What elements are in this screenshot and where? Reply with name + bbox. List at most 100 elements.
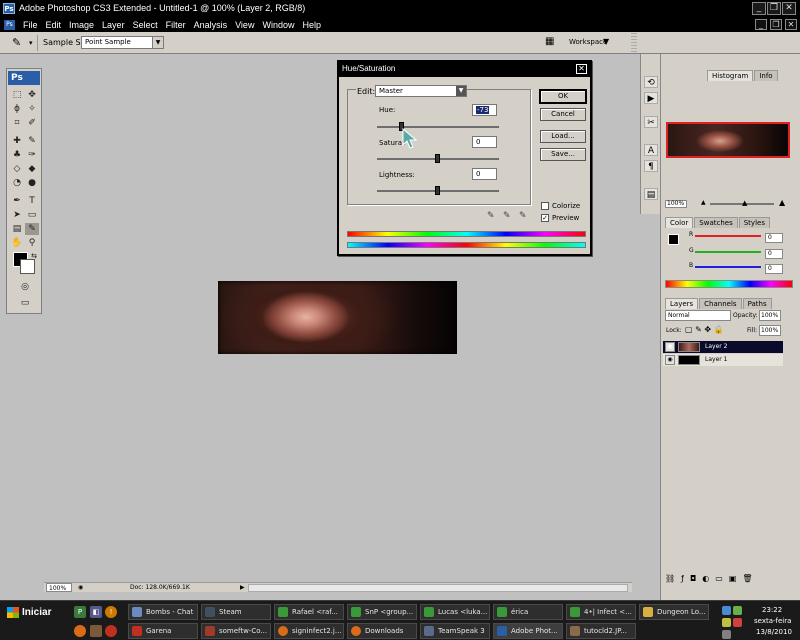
taskbar-item[interactable]: tutocld2.JP... bbox=[566, 623, 636, 639]
load-button[interactable]: Load... bbox=[540, 130, 586, 143]
history-brush-icon[interactable]: ✑ bbox=[25, 149, 39, 161]
swap-colors-icon[interactable]: ⇆ bbox=[27, 250, 41, 262]
edit-select[interactable]: Master ▼ bbox=[375, 85, 467, 97]
taskbar-item[interactable]: érica bbox=[493, 604, 563, 620]
preview-checkbox[interactable]: ✓ bbox=[541, 214, 549, 222]
channel-r-slider[interactable] bbox=[695, 235, 761, 237]
navigator-slider-thumb[interactable]: ▲ bbox=[742, 199, 747, 207]
taskbar-item[interactable]: SnP <group... bbox=[347, 604, 417, 620]
menu-analysis[interactable]: Analysis bbox=[190, 19, 232, 31]
hand-tool-icon[interactable]: ✋ bbox=[10, 237, 24, 249]
menu-filter[interactable]: Filter bbox=[162, 19, 190, 31]
history-panel-icon[interactable]: ⟲ bbox=[644, 76, 658, 88]
taskbar-item[interactable]: 4•| Infect <... bbox=[566, 604, 636, 620]
tab-color[interactable]: Color bbox=[665, 217, 694, 228]
tab-swatches[interactable]: Swatches bbox=[694, 217, 738, 228]
quicklaunch-icon[interactable]: ◧ bbox=[90, 606, 102, 618]
eyedropper-minus-icon[interactable]: ✎ bbox=[519, 211, 527, 221]
quick-mask-icon[interactable]: ◎ bbox=[18, 281, 32, 293]
taskbar-item[interactable]: Adobe Phot... bbox=[493, 623, 563, 639]
move-tool-icon[interactable]: ✥ bbox=[25, 89, 39, 101]
shape-tool-icon[interactable]: ▭ bbox=[25, 209, 39, 221]
lasso-tool-icon[interactable]: ϕ bbox=[10, 103, 24, 115]
maximize-button[interactable]: ❐ bbox=[767, 2, 781, 15]
workspace-label[interactable]: Workspace bbox=[569, 38, 607, 46]
color-spectrum-bar[interactable] bbox=[665, 280, 793, 288]
status-menu-arrow[interactable]: ▶ bbox=[240, 583, 245, 592]
zoom-out-icon[interactable]: ▲ bbox=[701, 199, 706, 206]
taskbar-item[interactable]: TeamSpeak 3 bbox=[420, 623, 490, 639]
zoom-in-icon[interactable]: ▲ bbox=[779, 198, 785, 207]
minimize-button[interactable]: _ bbox=[752, 2, 766, 15]
paragraph-panel-icon[interactable]: ¶ bbox=[644, 160, 658, 172]
horizontal-scrollbar[interactable] bbox=[248, 584, 628, 592]
dodge-tool-icon[interactable]: ● bbox=[25, 177, 39, 189]
sample-size-select[interactable]: Point Sample ▼ bbox=[81, 36, 164, 49]
tray-icon[interactable] bbox=[733, 606, 742, 615]
volume-icon[interactable] bbox=[722, 630, 731, 639]
doc-minimize-button[interactable]: _ bbox=[755, 19, 767, 30]
zoom-tool-icon[interactable]: ⚲ bbox=[25, 237, 39, 249]
tool-presets-icon[interactable]: ✂ bbox=[644, 116, 658, 128]
taskbar-item[interactable]: Bombs - Chat bbox=[128, 604, 198, 620]
doc-restore-button[interactable]: ❐ bbox=[770, 19, 782, 30]
taskbar-item[interactable]: Lucas <luka... bbox=[420, 604, 490, 620]
blend-mode-select[interactable]: Normal bbox=[665, 310, 731, 321]
quicklaunch-icon[interactable]: ! bbox=[105, 606, 117, 618]
eyedropper-icon[interactable]: ✎ bbox=[12, 36, 26, 50]
screen-mode-icon[interactable]: ▭ bbox=[18, 297, 32, 309]
colorize-checkbox[interactable] bbox=[541, 202, 549, 210]
network-icon[interactable] bbox=[722, 606, 731, 615]
bridge-icon[interactable]: ▦ bbox=[545, 36, 559, 49]
eye-icon[interactable]: ◉ bbox=[665, 355, 675, 365]
channel-b-slider[interactable] bbox=[695, 266, 761, 268]
channel-r-value[interactable]: 0 bbox=[765, 233, 783, 243]
navigator-zoom-field[interactable]: 100% bbox=[665, 200, 687, 208]
start-button[interactable]: Iniciar bbox=[2, 604, 64, 621]
eyedropper-tool-icon[interactable]: ✎ bbox=[25, 223, 39, 235]
zoom-field[interactable]: 100% bbox=[46, 583, 72, 592]
taskbar-item[interactable]: Steam bbox=[201, 604, 271, 620]
blur-tool-icon[interactable]: ◔ bbox=[10, 177, 24, 189]
saturation-field[interactable]: 0 bbox=[472, 136, 497, 148]
tool-preset-dropdown[interactable]: ▾ bbox=[29, 39, 33, 47]
taskbar-item[interactable]: Garena bbox=[128, 623, 198, 639]
document-icon[interactable]: Ps bbox=[4, 20, 15, 30]
lightness-field[interactable]: 0 bbox=[472, 168, 497, 180]
tab-channels[interactable]: Channels bbox=[699, 298, 742, 309]
saturation-slider-thumb[interactable] bbox=[435, 154, 440, 163]
taskbar-item[interactable]: someftw-Co... bbox=[201, 623, 271, 639]
type-tool-icon[interactable]: T bbox=[25, 195, 39, 207]
tab-paths[interactable]: Paths bbox=[742, 298, 772, 309]
lock-icons[interactable]: ▢ ✎ ✥ 🔒 bbox=[685, 325, 724, 334]
pen-tool-icon[interactable]: ✒ bbox=[10, 195, 24, 207]
tab-styles[interactable]: Styles bbox=[738, 217, 770, 228]
channel-b-value[interactable]: 0 bbox=[765, 264, 783, 274]
save-button[interactable]: Save... bbox=[540, 148, 586, 161]
quicklaunch-icon[interactable] bbox=[90, 625, 102, 637]
paint-bucket-icon[interactable]: ◆ bbox=[25, 163, 39, 175]
channel-g-value[interactable]: 0 bbox=[765, 249, 783, 259]
taskbar-item[interactable]: Dungeon Lo... bbox=[639, 604, 709, 620]
firefox-icon[interactable] bbox=[74, 625, 86, 637]
slice-tool-icon[interactable]: ✐ bbox=[25, 117, 39, 129]
actions-panel-icon[interactable]: ▶ bbox=[644, 92, 658, 104]
menu-image[interactable]: Image bbox=[65, 19, 98, 31]
layer-comps-icon[interactable]: ▤ bbox=[644, 188, 658, 200]
crop-tool-icon[interactable]: ⌗ bbox=[10, 117, 24, 129]
hue-slider[interactable] bbox=[377, 126, 499, 128]
menu-select[interactable]: Select bbox=[129, 19, 162, 31]
character-panel-icon[interactable]: A bbox=[644, 144, 658, 156]
menu-window[interactable]: Window bbox=[258, 19, 298, 31]
clone-stamp-icon[interactable]: ♣ bbox=[10, 149, 24, 161]
quicklaunch-icon[interactable]: P bbox=[74, 606, 86, 618]
status-globe-icon[interactable]: ◉ bbox=[78, 583, 83, 592]
opacity-field[interactable]: 100% bbox=[759, 310, 781, 321]
fill-field[interactable]: 100% bbox=[759, 325, 781, 336]
clock-time[interactable]: 23:22 bbox=[762, 606, 782, 614]
cancel-button[interactable]: Cancel bbox=[540, 108, 586, 121]
layer-row[interactable]: ◉ Layer 2 bbox=[663, 341, 783, 353]
close-button[interactable]: ✕ bbox=[782, 2, 796, 15]
palette-well-grip[interactable] bbox=[631, 33, 637, 53]
quicklaunch-icon[interactable] bbox=[105, 625, 117, 637]
